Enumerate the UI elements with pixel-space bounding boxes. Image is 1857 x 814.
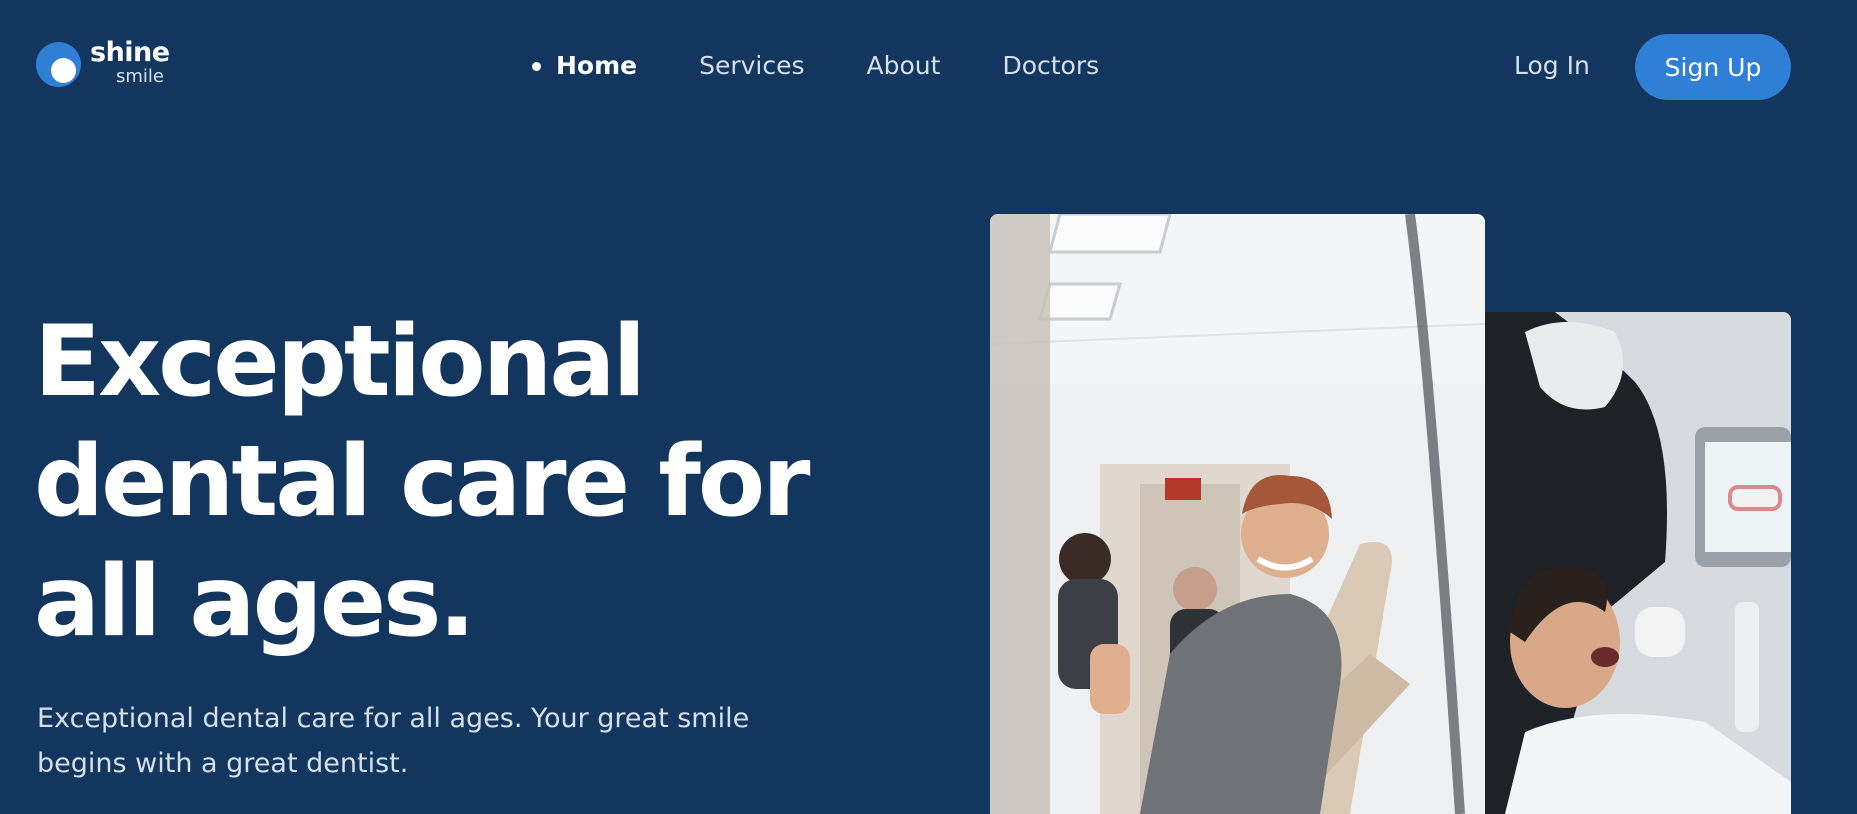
hero-subtitle: Exceptional dental care for all ages. Yo… bbox=[37, 703, 750, 779]
nav-services[interactable]: Services bbox=[699, 46, 804, 86]
nav-doctors[interactable]: Doctors bbox=[1002, 46, 1099, 86]
nav-home[interactable]: Home bbox=[556, 46, 637, 86]
nav-about[interactable]: About bbox=[867, 46, 941, 86]
login-link[interactable]: Log In bbox=[1514, 46, 1590, 86]
brand-tagline: smile bbox=[116, 66, 164, 87]
logo-circle-icon bbox=[36, 42, 81, 87]
main-nav: Home Services About Doctors bbox=[532, 46, 1099, 86]
landing-page: shine smile Home Services About Doctors … bbox=[0, 0, 1857, 814]
hero-title: Exceptional dental care for all ages. bbox=[34, 305, 811, 659]
dentist-photo-image bbox=[1485, 312, 1791, 814]
dentist-photo bbox=[1485, 312, 1791, 814]
brand-name: shine bbox=[90, 37, 170, 68]
active-nav-indicator-icon bbox=[532, 61, 541, 71]
patient-photo-image bbox=[990, 214, 1485, 814]
signup-button[interactable]: Sign Up bbox=[1635, 34, 1791, 100]
brand-logo[interactable]: shine smile bbox=[36, 38, 176, 90]
patient-photo bbox=[990, 214, 1485, 814]
